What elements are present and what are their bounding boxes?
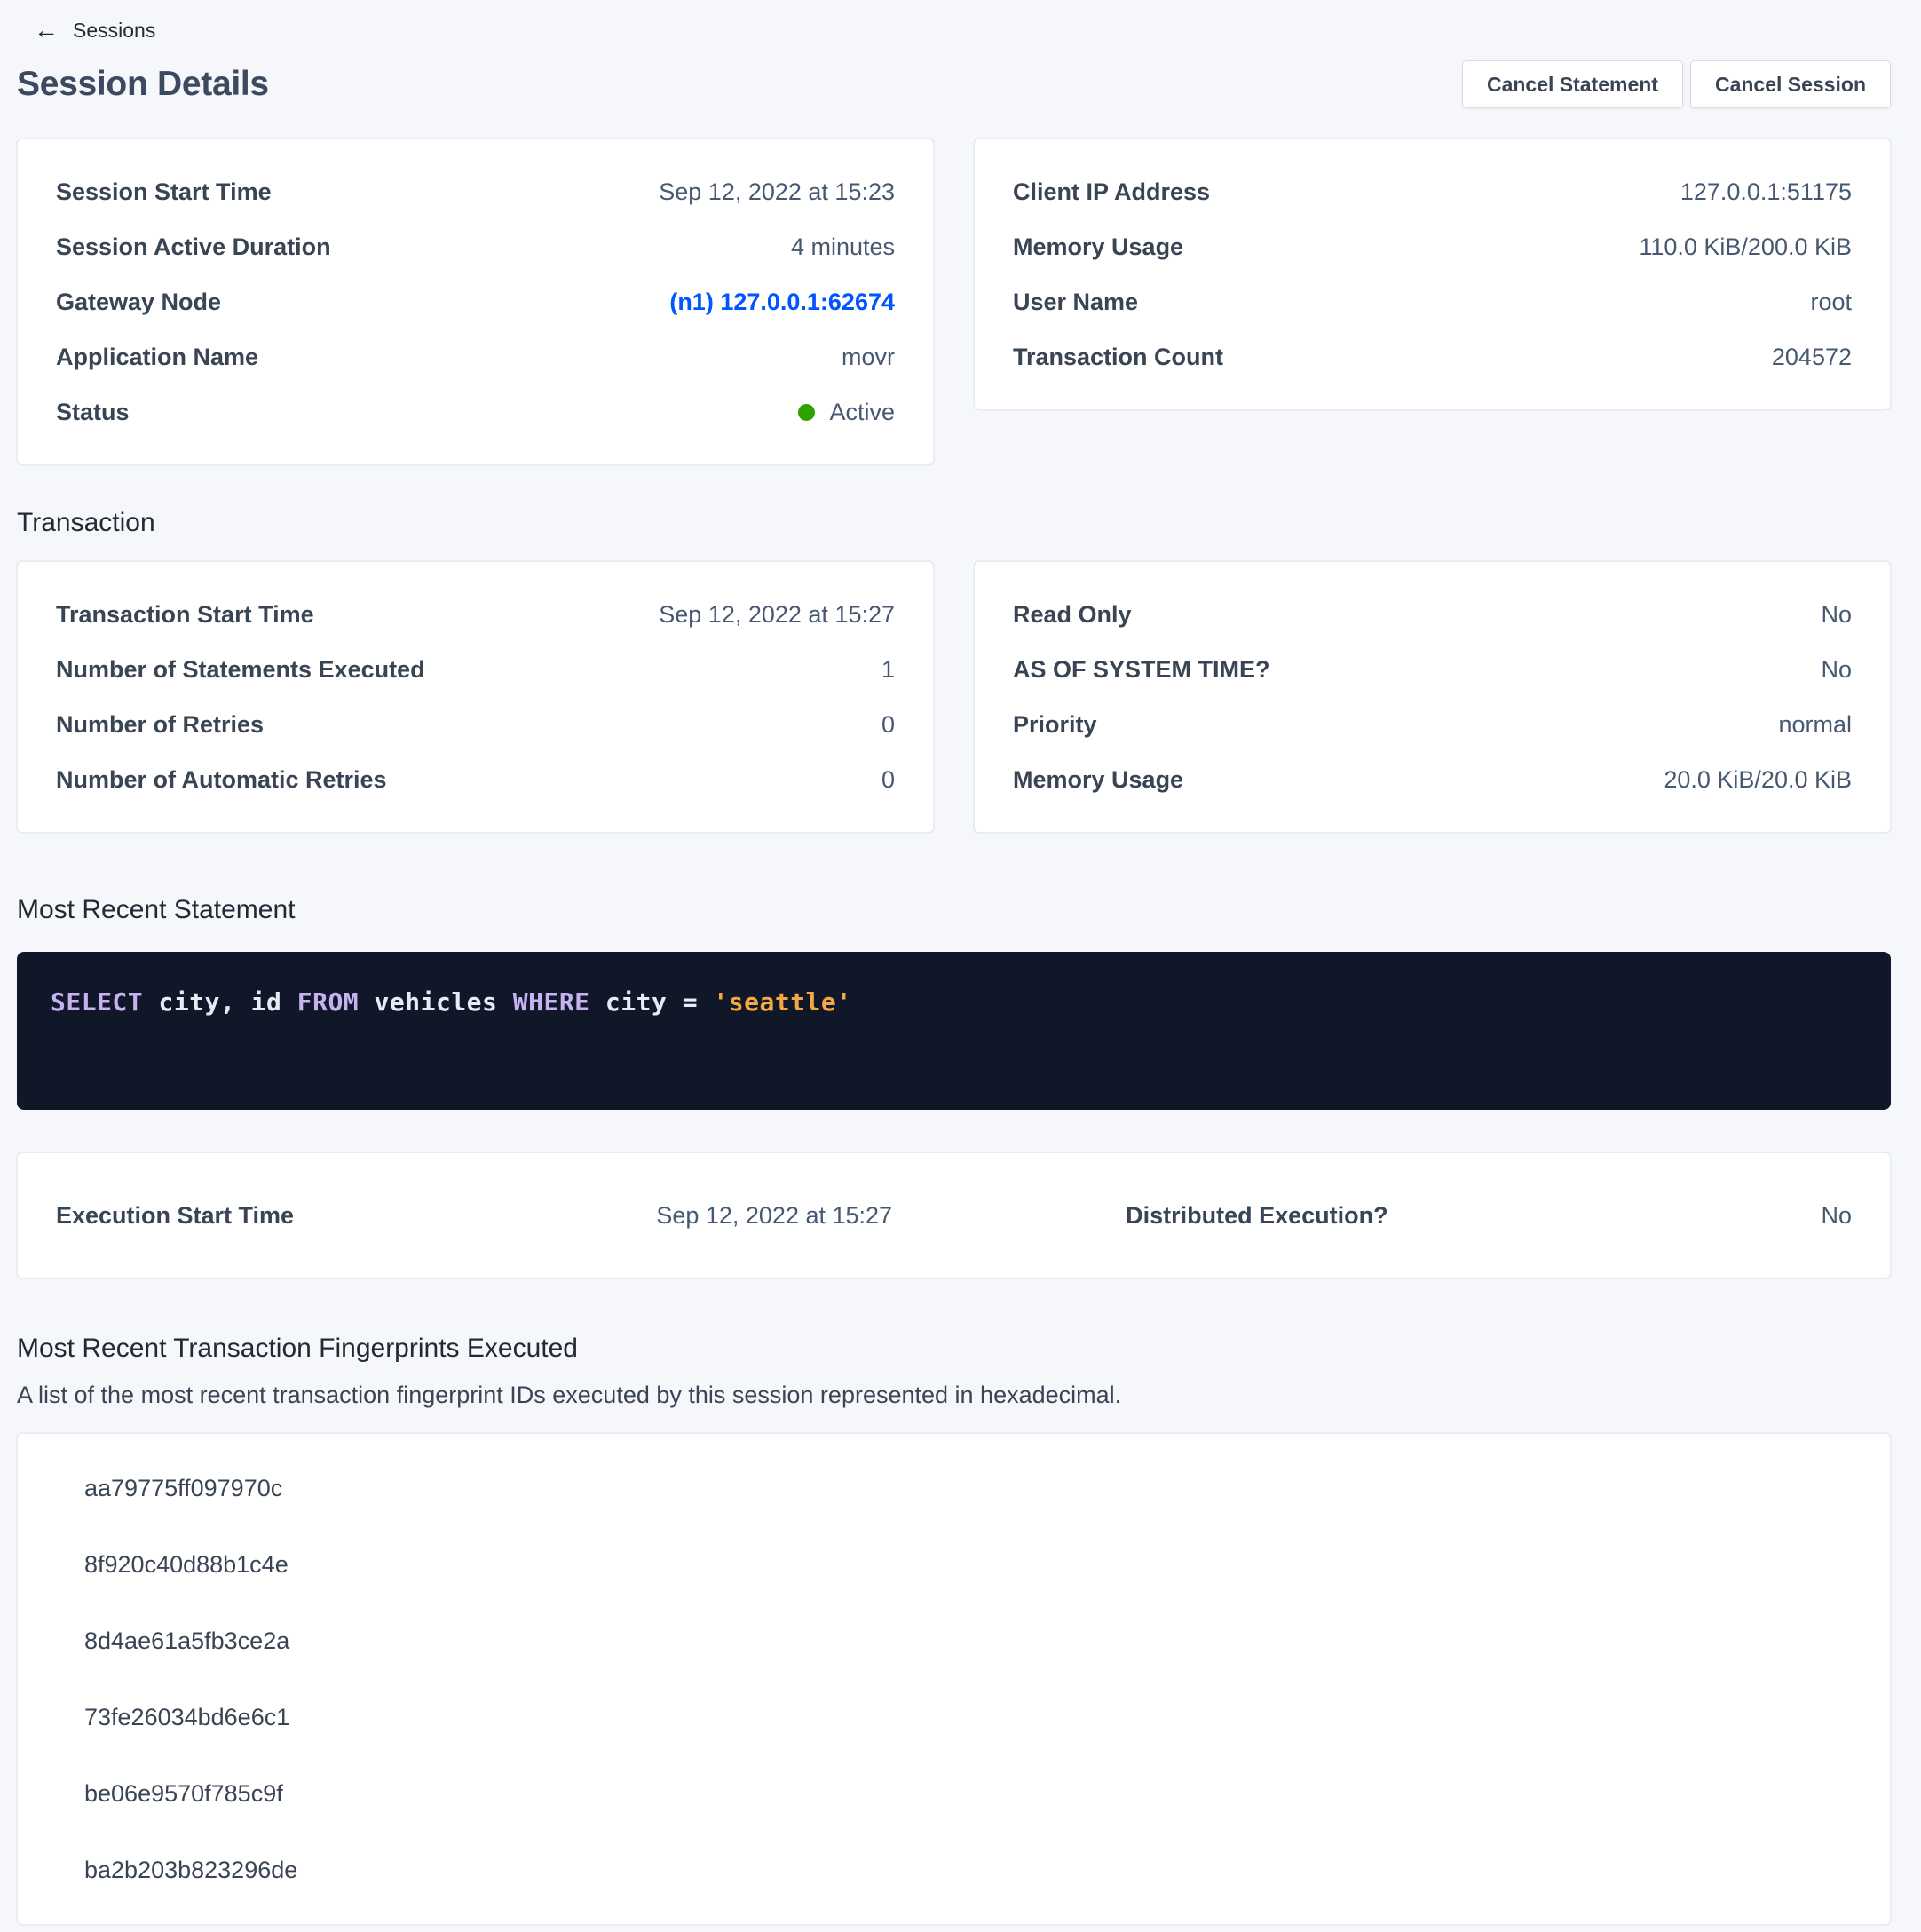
transaction-grid: Transaction Start Time Sep 12, 2022 at 1… bbox=[17, 561, 1891, 833]
session-summary-grid: Session Start Time Sep 12, 2022 at 15:23… bbox=[17, 139, 1891, 465]
kv-value: 0 bbox=[881, 711, 895, 739]
fingerprint-item: 8d4ae61a5fb3ce2a bbox=[84, 1603, 1852, 1679]
kv-value: 110.0 KiB/200.0 KiB bbox=[1639, 234, 1852, 261]
fingerprint-item: 8f920c40d88b1c4e bbox=[84, 1526, 1852, 1603]
kv-value: normal bbox=[1778, 711, 1852, 739]
session-summary-card-left: Session Start Time Sep 12, 2022 at 15:23… bbox=[17, 139, 934, 465]
kv-value: No bbox=[1821, 601, 1852, 629]
transaction-card-right: Read Only No AS OF SYSTEM TIME? No Prior… bbox=[974, 561, 1891, 833]
sql-keyword: WHERE bbox=[513, 987, 590, 1017]
sql-text: vehicles bbox=[359, 987, 513, 1017]
statement-section-title: Most Recent Statement bbox=[17, 893, 1891, 927]
kv-row-user-name: User Name root bbox=[1013, 274, 1852, 329]
gateway-node-link[interactable]: (n1) 127.0.0.1:62674 bbox=[669, 289, 895, 316]
kv-label: Transaction Start Time bbox=[56, 601, 314, 629]
fingerprint-item: ba2b203b823296de bbox=[84, 1832, 1852, 1908]
kv-label: User Name bbox=[1013, 289, 1138, 316]
session-details-page: ← Sessions Session Details Cancel Statem… bbox=[0, 0, 1921, 1925]
execution-start-time-value: Sep 12, 2022 at 15:27 bbox=[549, 1202, 999, 1230]
kv-value: 4 minutes bbox=[791, 234, 895, 261]
transaction-card-left: Transaction Start Time Sep 12, 2022 at 1… bbox=[17, 561, 934, 833]
kv-label: Session Active Duration bbox=[56, 234, 331, 261]
sql-text: city = bbox=[590, 987, 714, 1017]
kv-label: Gateway Node bbox=[56, 289, 221, 316]
kv-label: Number of Automatic Retries bbox=[56, 766, 387, 794]
status-text: Active bbox=[829, 399, 895, 426]
sql-statement-box: SELECT city, id FROM vehicles WHERE city… bbox=[17, 952, 1891, 1110]
page-title: Session Details bbox=[17, 65, 269, 104]
fingerprint-item: 73fe26034bd6e6c1 bbox=[84, 1679, 1852, 1755]
execution-card: Execution Start Time Sep 12, 2022 at 15:… bbox=[17, 1152, 1891, 1279]
kv-value: Sep 12, 2022 at 15:27 bbox=[659, 601, 895, 629]
kv-value: No bbox=[1821, 656, 1852, 684]
sql-keyword: FROM bbox=[297, 987, 359, 1017]
distributed-execution-value: No bbox=[1515, 1202, 1852, 1230]
kv-row-txn-start-time: Transaction Start Time Sep 12, 2022 at 1… bbox=[56, 587, 895, 642]
kv-row-automatic-retries: Number of Automatic Retries 0 bbox=[56, 752, 895, 807]
sql-string-literal: 'seattle' bbox=[713, 987, 851, 1017]
kv-row-session-start-time: Session Start Time Sep 12, 2022 at 15:23 bbox=[56, 164, 895, 219]
kv-row-session-active-duration: Session Active Duration 4 minutes bbox=[56, 219, 895, 274]
kv-value: root bbox=[1810, 289, 1852, 316]
kv-row-statements-executed: Number of Statements Executed 1 bbox=[56, 642, 895, 697]
kv-label: Client IP Address bbox=[1013, 178, 1210, 206]
kv-value: 1 bbox=[881, 656, 895, 684]
fingerprints-description: A list of the most recent transaction fi… bbox=[17, 1380, 1891, 1410]
kv-value: movr bbox=[842, 344, 895, 371]
kv-label: Application Name bbox=[56, 344, 258, 371]
kv-value: 204572 bbox=[1772, 344, 1852, 371]
kv-value: Sep 12, 2022 at 15:23 bbox=[659, 178, 895, 206]
breadcrumb-back-link[interactable]: ← Sessions bbox=[34, 16, 155, 44]
page-header: Session Details Cancel Statement Cancel … bbox=[17, 60, 1891, 108]
cancel-session-button[interactable]: Cancel Session bbox=[1690, 60, 1891, 108]
kv-row-gateway-node: Gateway Node (n1) 127.0.0.1:62674 bbox=[56, 274, 895, 329]
kv-label: Status bbox=[56, 399, 130, 426]
left-arrow-icon: ← bbox=[34, 18, 59, 43]
kv-row-txn-memory-usage: Memory Usage 20.0 KiB/20.0 KiB bbox=[1013, 752, 1852, 807]
kv-label: Memory Usage bbox=[1013, 766, 1183, 794]
kv-value: 127.0.0.1:51175 bbox=[1680, 178, 1852, 206]
kv-label: Number of Retries bbox=[56, 711, 264, 739]
kv-value: 20.0 KiB/20.0 KiB bbox=[1664, 766, 1852, 794]
cancel-statement-button[interactable]: Cancel Statement bbox=[1462, 60, 1683, 108]
status-badge: Active bbox=[798, 399, 895, 426]
kv-row-read-only: Read Only No bbox=[1013, 587, 1852, 642]
kv-row-transaction-count: Transaction Count 204572 bbox=[1013, 329, 1852, 384]
distributed-execution-label: Distributed Execution? bbox=[999, 1202, 1515, 1230]
fingerprints-card: aa79775ff097970c 8f920c40d88b1c4e 8d4ae6… bbox=[17, 1433, 1891, 1925]
kv-label: Session Start Time bbox=[56, 178, 272, 206]
kv-value: 0 bbox=[881, 766, 895, 794]
execution-start-time-label: Execution Start Time bbox=[56, 1202, 549, 1230]
kv-row-status: Status Active bbox=[56, 384, 895, 439]
sql-text: city, id bbox=[143, 987, 297, 1017]
kv-row-retries: Number of Retries 0 bbox=[56, 697, 895, 752]
kv-row-memory-usage: Memory Usage 110.0 KiB/200.0 KiB bbox=[1013, 219, 1852, 274]
kv-label: Memory Usage bbox=[1013, 234, 1183, 261]
kv-label: AS OF SYSTEM TIME? bbox=[1013, 656, 1270, 684]
kv-label: Read Only bbox=[1013, 601, 1132, 629]
sql-keyword: SELECT bbox=[51, 987, 143, 1017]
kv-label: Number of Statements Executed bbox=[56, 656, 425, 684]
kv-row-priority: Priority normal bbox=[1013, 697, 1852, 752]
header-actions: Cancel Statement Cancel Session bbox=[1462, 60, 1891, 108]
fingerprints-section-title: Most Recent Transaction Fingerprints Exe… bbox=[17, 1332, 1891, 1366]
session-summary-card-right: Client IP Address 127.0.0.1:51175 Memory… bbox=[974, 139, 1891, 410]
fingerprint-item: aa79775ff097970c bbox=[84, 1450, 1852, 1526]
transaction-section-title: Transaction bbox=[17, 506, 1891, 540]
fingerprint-item: be06e9570f785c9f bbox=[84, 1755, 1852, 1832]
kv-row-as-of-system-time: AS OF SYSTEM TIME? No bbox=[1013, 642, 1852, 697]
kv-label: Priority bbox=[1013, 711, 1097, 739]
kv-label: Transaction Count bbox=[1013, 344, 1223, 371]
kv-row-application-name: Application Name movr bbox=[56, 329, 895, 384]
active-status-dot-icon bbox=[798, 404, 815, 421]
breadcrumb-label: Sessions bbox=[73, 19, 155, 43]
kv-row-client-ip: Client IP Address 127.0.0.1:51175 bbox=[1013, 164, 1852, 219]
